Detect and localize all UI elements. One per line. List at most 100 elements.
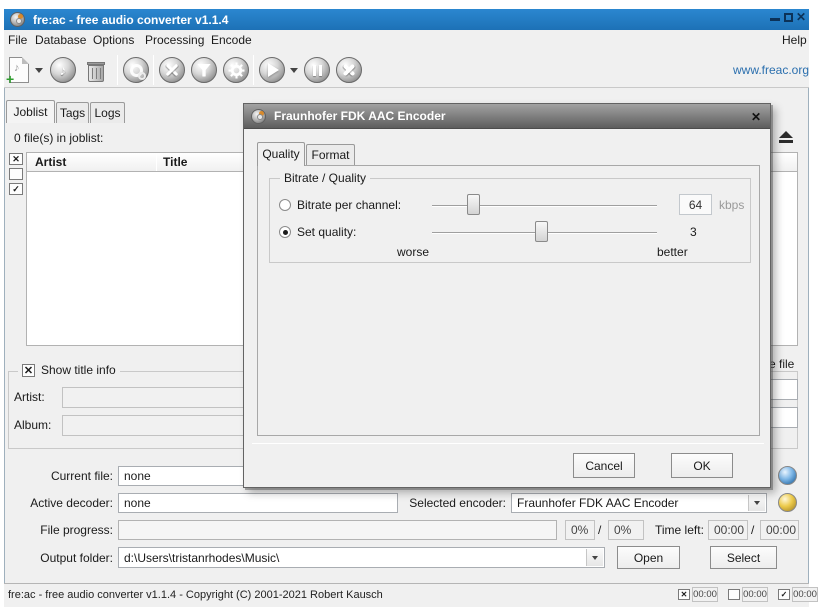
track-percent-field: 0% xyxy=(565,520,595,540)
cancel-button[interactable]: Cancel xyxy=(573,453,635,478)
right-field-fragment[interactable] xyxy=(770,379,798,400)
time-track-field: 00:00 xyxy=(708,520,748,540)
artist-label: Artist: xyxy=(14,390,45,404)
toggle-selection-icon[interactable]: ✓ xyxy=(9,183,23,195)
maximize-button[interactable] xyxy=(784,13,793,22)
bitrate-slider-handle[interactable] xyxy=(467,194,480,215)
group-title: Bitrate / Quality xyxy=(280,171,370,185)
pause-encoding-icon[interactable] xyxy=(304,57,330,83)
window-title: fre:ac - free audio converter v1.1.4 xyxy=(33,13,228,27)
time-all-icon: ✕ xyxy=(678,589,690,600)
toolbar-separator xyxy=(253,55,254,85)
file-progress-label: File progress: xyxy=(0,523,113,537)
quality-label: Set quality: xyxy=(297,225,356,239)
dialog-tab-format[interactable]: Format xyxy=(306,144,355,166)
scale-worse-label: worse xyxy=(397,245,429,259)
selected-encoder-label: Selected encoder: xyxy=(398,496,506,510)
bitrate-quality-group: Bitrate / Quality Bitrate per channel: 6… xyxy=(269,178,751,263)
column-artist[interactable]: Artist xyxy=(27,155,156,169)
stop-encoding-icon[interactable] xyxy=(336,57,362,83)
close-button[interactable]: ✕ xyxy=(796,11,806,23)
menu-file[interactable]: File xyxy=(6,32,29,48)
combo-dropdown-icon[interactable] xyxy=(586,549,603,566)
time-separator: / xyxy=(751,523,754,537)
time-unselected-icon xyxy=(728,589,740,600)
file-progress-bar xyxy=(118,520,557,540)
percent-separator: / xyxy=(598,523,601,537)
eject-cd-icon[interactable] xyxy=(771,125,800,148)
show-title-info[interactable]: ✕ Show title info xyxy=(18,363,120,377)
add-audio-cd-icon[interactable]: ♪ xyxy=(50,57,76,83)
ok-button[interactable]: OK xyxy=(671,453,733,478)
title-bar[interactable]: fre:ac - free audio converter v1.1.4 xyxy=(4,9,809,30)
app-icon xyxy=(10,12,25,27)
time-unselected-value: 00:00 xyxy=(742,587,768,602)
menu-help[interactable]: Help xyxy=(780,32,809,48)
bitrate-slider-track[interactable] xyxy=(432,205,657,207)
dialog-tab-quality[interactable]: Quality xyxy=(257,142,305,166)
add-files-dropdown-icon[interactable] xyxy=(35,68,43,73)
menu-database[interactable]: Database xyxy=(33,32,88,48)
time-all-value: 00:00 xyxy=(692,587,718,602)
scale-better-label: better xyxy=(657,245,688,259)
time-total-field: 00:00 xyxy=(760,520,799,540)
time-selected-icon: ✓ xyxy=(778,589,790,600)
play-preview-icon[interactable] xyxy=(778,466,797,485)
processing-settings-icon[interactable] xyxy=(191,57,217,83)
minimize-button[interactable] xyxy=(770,18,780,21)
remove-entries-icon[interactable] xyxy=(87,59,105,82)
tab-joblist[interactable]: Joblist xyxy=(6,100,55,123)
status-text: fre:ac - free audio converter v1.1.4 - C… xyxy=(8,589,383,601)
dialog-title: Fraunhofer FDK AAC Encoder xyxy=(274,109,446,123)
output-folder-combo[interactable]: d:\Users\tristanrhodes\Music\ xyxy=(118,547,605,568)
dialog-app-icon xyxy=(251,109,266,124)
bitrate-radio[interactable] xyxy=(279,199,291,211)
output-folder-label: Output folder: xyxy=(0,551,113,565)
add-files-icon[interactable]: ♪ + xyxy=(9,57,29,83)
right-field-fragment[interactable] xyxy=(770,407,798,428)
total-percent-field: 0% xyxy=(608,520,644,540)
quality-radio[interactable] xyxy=(279,226,291,238)
website-link[interactable]: www.freac.org xyxy=(733,63,809,77)
quality-value: 3 xyxy=(690,225,697,239)
encoder-dialog: Fraunhofer FDK AAC Encoder ✕ Quality For… xyxy=(243,103,771,488)
current-file-label: Current file: xyxy=(0,469,113,483)
configure-encoder-icon[interactable] xyxy=(778,493,797,512)
bitrate-unit: kbps xyxy=(719,198,744,212)
select-button[interactable]: Select xyxy=(710,546,777,569)
bitrate-label: Bitrate per channel: xyxy=(297,198,401,212)
encode-dropdown-icon[interactable] xyxy=(290,68,298,73)
show-title-info-checkbox[interactable]: ✕ xyxy=(22,364,35,377)
joblist-count: 0 file(s) in joblist: xyxy=(14,131,103,145)
combo-dropdown-icon[interactable] xyxy=(748,495,765,511)
app-window: fre:ac - free audio converter v1.1.4 ✕ F… xyxy=(0,0,818,609)
dialog-separator xyxy=(252,443,764,444)
encoder-settings-icon[interactable] xyxy=(223,57,249,83)
dialog-title-bar[interactable]: Fraunhofer FDK AAC Encoder xyxy=(244,104,770,129)
tab-tags[interactable]: Tags xyxy=(56,102,89,123)
select-all-icon[interactable]: ✕ xyxy=(9,153,23,165)
active-decoder-label: Active decoder: xyxy=(0,496,113,510)
selected-encoder-combo[interactable]: Fraunhofer FDK AAC Encoder xyxy=(511,493,767,513)
start-encoding-icon[interactable] xyxy=(259,57,285,83)
menu-options[interactable]: Options xyxy=(91,32,136,48)
general-settings-icon[interactable] xyxy=(159,57,185,83)
open-button[interactable]: Open xyxy=(617,546,680,569)
bitrate-value-field[interactable]: 64 xyxy=(679,194,712,215)
column-title[interactable]: Title xyxy=(157,155,187,169)
encode-single-file-label-fragment: e file xyxy=(769,357,800,371)
menu-encode[interactable]: Encode xyxy=(209,32,254,48)
time-left-label: Time left: xyxy=(655,523,704,537)
toolbar-separator xyxy=(117,55,118,85)
time-selected-value: 00:00 xyxy=(792,587,818,602)
active-decoder-field: none xyxy=(118,493,398,513)
select-none-icon[interactable] xyxy=(9,168,23,180)
dialog-close-icon[interactable]: ✕ xyxy=(747,108,765,125)
query-cddb-icon[interactable] xyxy=(123,57,149,83)
show-title-info-label: Show title info xyxy=(41,363,116,377)
menu-processing[interactable]: Processing xyxy=(143,32,206,48)
toolbar-separator xyxy=(153,55,154,85)
tab-logs[interactable]: Logs xyxy=(90,102,125,123)
quality-slider-handle[interactable] xyxy=(535,221,548,242)
album-label: Album: xyxy=(14,418,51,432)
